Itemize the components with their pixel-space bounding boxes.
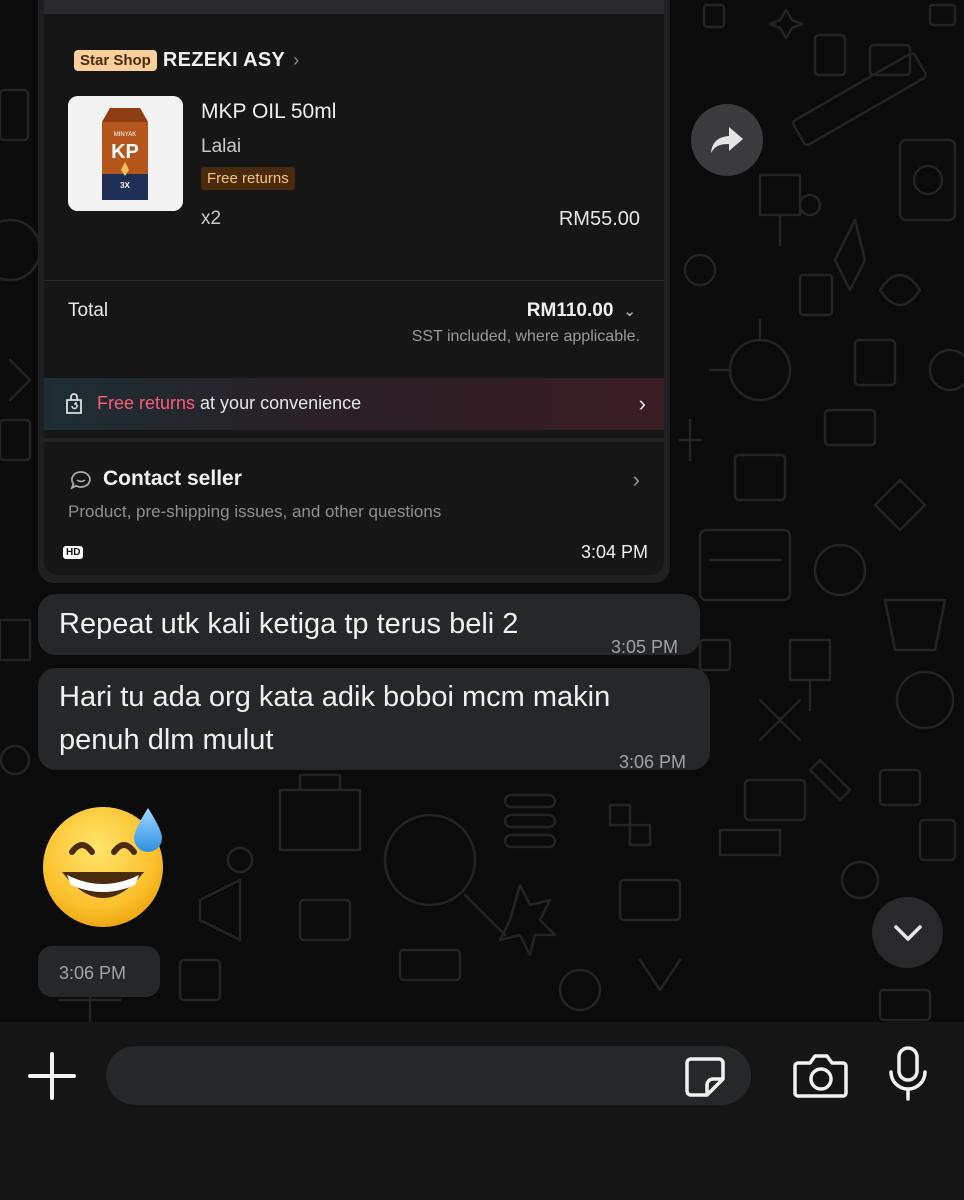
message-text: Repeat utk kali ketiga tp terus beli 2 [59,608,519,640]
message-time: 3:05 PM [610,637,678,657]
return-bag-icon [66,393,82,414]
message-text-line-2: penuh dlm mulut [59,724,274,756]
free-returns-badge: Free returns [201,167,295,190]
contact-seller-subtitle: Product, pre-shipping issues, and other … [68,502,442,521]
message-time: 3:04 PM [580,542,648,562]
scroll-to-bottom-button[interactable] [872,897,943,968]
returns-text: Free returns at your convenience [97,393,361,414]
product-price: RM55.00 [558,208,640,230]
chat-bubble-icon [70,471,91,490]
message-time: 3:06 PM [59,963,127,983]
forward-icon [711,127,743,153]
returns-highlight: Free returns [97,393,196,413]
svg-text:KP: KP [111,141,139,163]
tax-note: SST included, where applicable. [411,328,640,345]
product-quantity: x2 [201,208,222,229]
contact-seller-title: Contact seller [103,467,242,490]
message-text-line-1: Hari tu ada org kata adik boboi mcm maki… [59,681,611,713]
order-screenshot[interactable]: Star Shop REZEKI ASY › MINYAK KP 3X MKP … [44,0,664,575]
grinning-face-with-sweat-emoji[interactable] [40,800,170,930]
total-value: RM110.00 [526,300,614,321]
camera-icon[interactable] [793,1051,848,1099]
screenshot-top-edge [44,0,664,14]
shop-name: REZEKI ASY [162,48,286,71]
hd-badge: HD [63,546,84,559]
svg-text:3X: 3X [120,181,130,190]
plus-icon[interactable] [26,1050,78,1102]
product-variant: Lalai [201,136,242,157]
chevron-right-icon: › [638,391,646,416]
emoji-message-time-box: 3:06 PM [38,946,160,997]
chevron-right-icon: › [632,467,640,492]
total-value-row: RM110.00 ⌄ [527,300,636,322]
total-label: Total [68,300,109,321]
star-shop-badge: Star Shop [74,49,157,71]
chevron-down-icon [893,924,922,941]
chevron-right-icon: › [293,49,300,70]
returns-rest: at your convenience [195,393,362,413]
product-name: MKP OIL 50ml [201,100,337,123]
message-time: 3:06 PM [618,752,686,772]
product-image: MINYAK KP 3X [68,96,183,211]
incoming-message[interactable]: Repeat utk kali ketiga tp terus beli 2 3… [38,594,700,657]
sticker-icon[interactable] [683,1055,727,1099]
incoming-message[interactable]: Hari tu ada org kata adik boboi mcm maki… [38,668,710,772]
free-returns-banner: Free returns at your convenience › [44,378,664,430]
message-input[interactable] [106,1046,751,1105]
divider [44,280,664,281]
divider [44,438,664,442]
microphone-icon[interactable] [887,1046,929,1102]
forward-button[interactable] [691,104,763,176]
chevron-down-icon: ⌄ [623,303,636,320]
shop-header: Star Shop REZEKI ASY › [74,46,299,74]
svg-text:MINYAK: MINYAK [114,132,137,138]
